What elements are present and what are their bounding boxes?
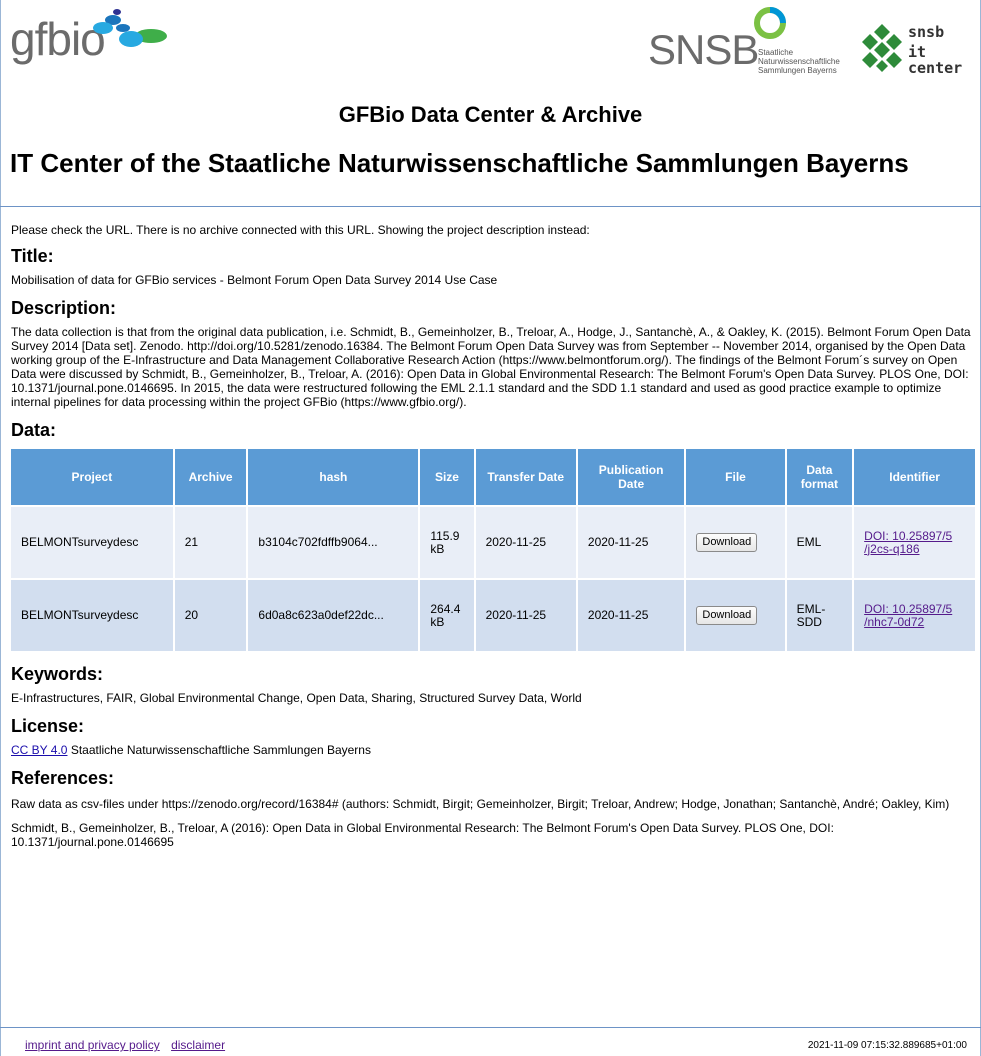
gfbio-leaf-icon <box>93 9 167 47</box>
reference-item: Raw data as csv-files under https://zeno… <box>11 797 950 811</box>
cell-transfer-date: 2020-11-25 <box>475 580 576 651</box>
reference-item: Schmidt, B., Gemeinholzer, B., Treloar, … <box>11 821 834 849</box>
page-title: GFBio Data Center & Archive <box>338 102 643 127</box>
imprint-link[interactable]: imprint and privacy policy <box>25 1038 160 1052</box>
description-heading: Description: <box>11 298 117 318</box>
table-row: BELMONTsurveydesc 20 6d0a8c623a0def22dc.… <box>11 580 975 651</box>
itc-line2: it center <box>908 43 963 77</box>
col-header-transfer-date[interactable]: Transfer Date <box>475 449 576 505</box>
title-text: Mobilisation of data for GFBio services … <box>11 273 498 287</box>
col-header-publication-date[interactable]: Publication Date <box>577 449 685 505</box>
leaf-pattern-icon <box>862 24 902 72</box>
title-heading: Title: <box>11 246 54 266</box>
data-table: Project Archive hash Size Transfer Date … <box>9 447 977 653</box>
license-heading: License: <box>11 716 85 736</box>
references-heading: References: <box>11 768 115 788</box>
download-button[interactable]: Download <box>696 606 758 625</box>
col-header-size[interactable]: Size <box>420 449 474 505</box>
cell-project: BELMONTsurveydesc <box>11 580 173 651</box>
page-subtitle: IT Center of the Staatliche Naturwissens… <box>10 148 909 178</box>
header-divider <box>0 206 981 207</box>
col-header-data-format[interactable]: Data format <box>786 449 853 505</box>
cell-size: 264.4 kB <box>420 580 474 651</box>
table-header-row: Project Archive hash Size Transfer Date … <box>11 449 975 505</box>
cell-archive: 21 <box>174 507 247 578</box>
cell-identifier: DOI: 10.25897/5 /j2cs-q186 <box>854 507 975 578</box>
col-header-project[interactable]: Project <box>11 449 173 505</box>
disclaimer-link[interactable]: disclaimer <box>171 1038 225 1052</box>
doi-link[interactable]: DOI: 10.25897/5 /j2cs-q186 <box>864 529 952 556</box>
snsb-subtitle: Staatliche Naturwissenschaftliche Sammlu… <box>758 48 840 75</box>
snsb-logo-text: SNSB <box>648 26 759 73</box>
col-header-hash[interactable]: hash <box>248 449 419 505</box>
keywords-text: E-Infrastructures, FAIR, Global Environm… <box>11 691 582 705</box>
col-header-file[interactable]: File <box>686 449 785 505</box>
cell-file: Download <box>686 507 785 578</box>
cell-file: Download <box>686 580 785 651</box>
cell-publication-date: 2020-11-25 <box>577 580 685 651</box>
col-header-identifier[interactable]: Identifier <box>854 449 975 505</box>
timestamp: 2021-11-09 07:15:32.889685+01:00 <box>807 1040 967 1051</box>
license-link[interactable]: CC BY 4.0 <box>11 743 67 757</box>
cell-project: BELMONTsurveydesc <box>11 507 173 578</box>
cell-hash: 6d0a8c623a0def22dc... <box>248 580 419 651</box>
main-content: Please check the URL. There is no archiv… <box>11 214 975 849</box>
cell-identifier: DOI: 10.25897/5 /nhc7-0d72 <box>854 580 975 651</box>
snsb-logo[interactable]: SNSB Staatliche Naturwissenschaftliche S… <box>648 6 863 90</box>
license-text: CC BY 4.0 Staatliche Naturwissenschaftli… <box>11 743 975 757</box>
doi-link[interactable]: DOI: 10.25897/5 /nhc7-0d72 <box>864 602 952 629</box>
cell-publication-date: 2020-11-25 <box>577 507 685 578</box>
snsb-ring-icon <box>754 7 786 39</box>
keywords-heading: Keywords: <box>11 664 104 684</box>
col-header-archive[interactable]: Archive <box>174 449 247 505</box>
data-heading: Data: <box>11 420 57 440</box>
header: gfbio SNSB Staatliche Naturwissenschaftl… <box>0 0 981 100</box>
footer-links: imprint and privacy policy disclaimer <box>25 1038 233 1052</box>
itc-line1: snsb <box>908 23 945 41</box>
cell-data-format: EML- SDD <box>786 580 853 651</box>
table-row: BELMONTsurveydesc 21 b3104c702fdffb9064.… <box>11 507 975 578</box>
footer: imprint and privacy policy disclaimer 20… <box>0 1036 981 1056</box>
snsb-it-center-logo[interactable]: snsb it center <box>860 22 978 82</box>
cell-archive: 20 <box>174 580 247 651</box>
license-holder: Staatliche Naturwissenschaftliche Sammlu… <box>70 743 371 757</box>
description-text: The data collection is that from the ori… <box>11 325 971 409</box>
notice-text: Please check the URL. There is no archiv… <box>11 223 590 237</box>
footer-divider <box>0 1027 981 1028</box>
download-button[interactable]: Download <box>696 533 758 552</box>
cell-size: 115.9 kB <box>420 507 474 578</box>
cell-data-format: EML <box>786 507 853 578</box>
cell-transfer-date: 2020-11-25 <box>475 507 576 578</box>
cell-hash: b3104c702fdffb9064... <box>248 507 419 578</box>
gfbio-logo[interactable]: gfbio <box>10 6 170 66</box>
